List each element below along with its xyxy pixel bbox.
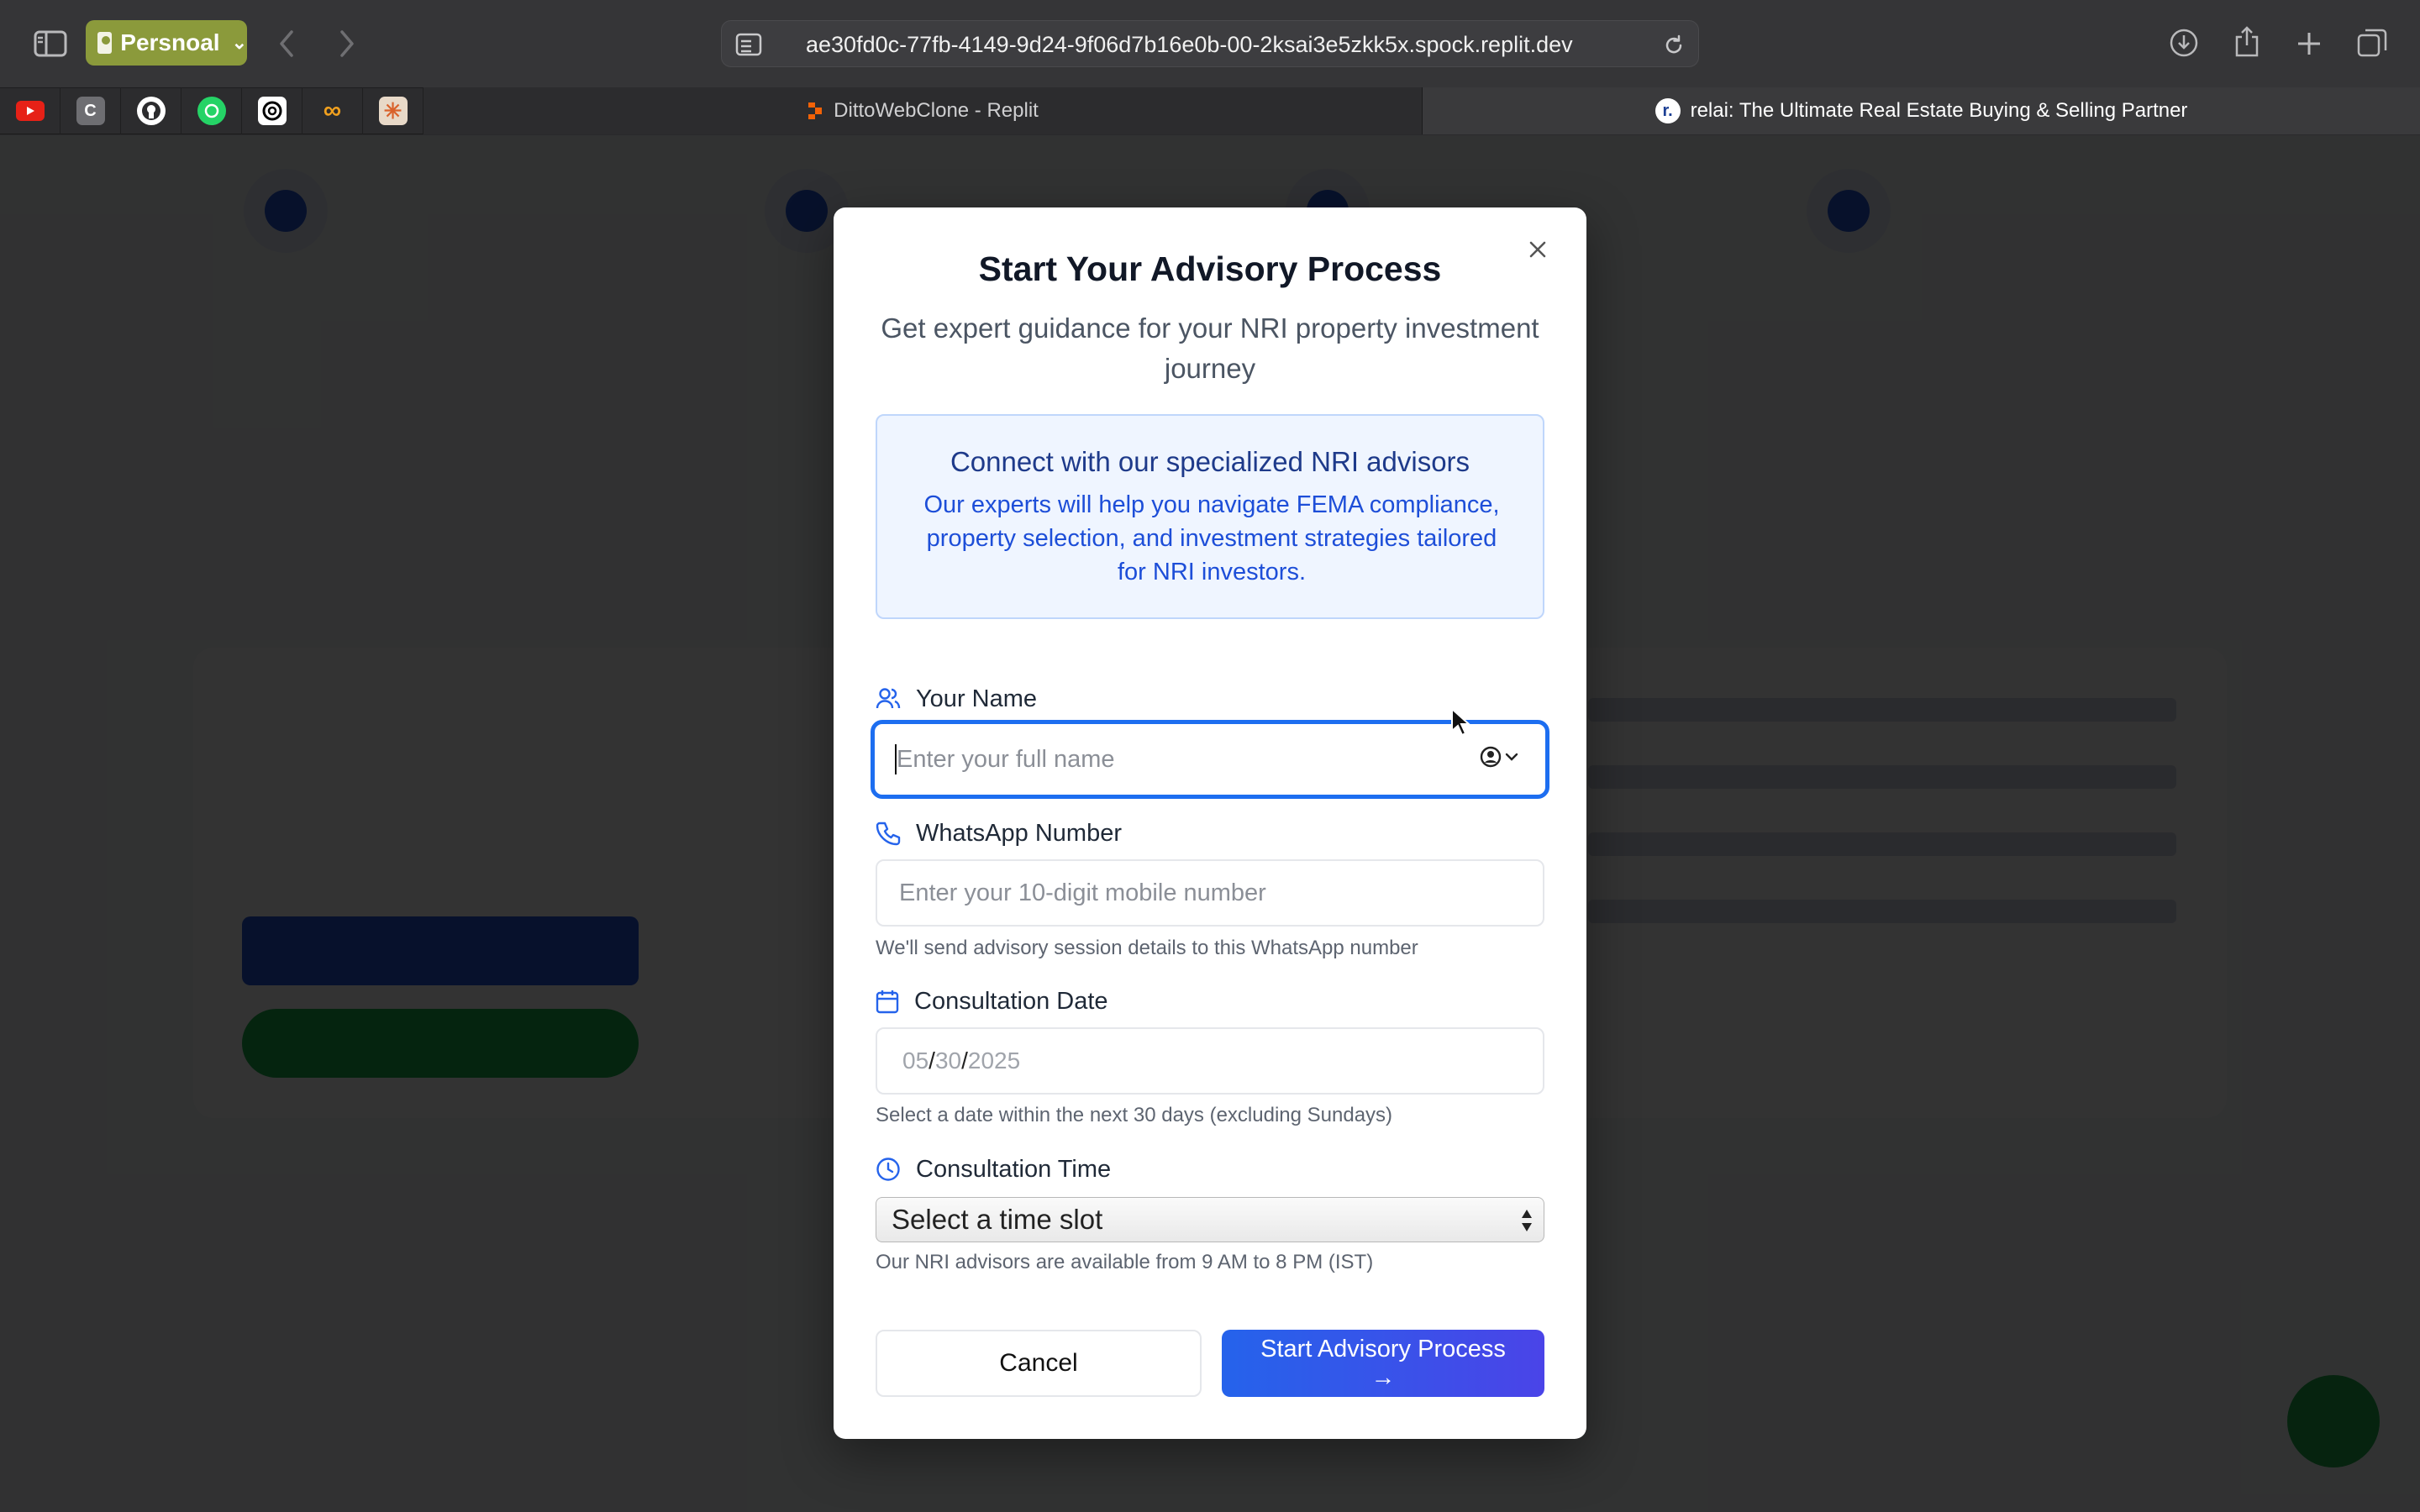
openai-icon [257,97,287,125]
date-hint: Select a date within the next 30 days (e… [876,1104,1393,1126]
date-input[interactable]: 05/30/2025 [876,1027,1544,1095]
whatsapp-hint-text: We'll send advisory session details to t… [876,937,1418,959]
date-sep: / [929,1047,935,1074]
select-arrows-icon [1522,1210,1532,1231]
name-label: Your Name [876,682,1037,716]
date-day: 30 [934,1047,962,1074]
modal-title: Start Your Advisory Process [978,249,1442,288]
time-label: Consultation Time [876,1152,1111,1186]
url-text: ae30fd0c-77fb-4149-9d24-9f06d7b16e0b-00-… [806,32,1573,57]
calendar-icon [876,990,899,1014]
info-heading: Connect with our specialized NRI advisor… [950,446,1470,477]
date-year: 2025 [967,1047,1021,1074]
clock-icon [876,1158,900,1181]
modal-subtitle: Get expert guidance for your NRI propert… [881,312,1539,384]
profile-label: Persnoal [120,29,220,55]
youtube-icon [15,101,45,121]
bookmark-claude[interactable]: ✳ [363,87,424,134]
profile-icon [97,32,113,54]
reload-icon[interactable] [1661,33,1686,58]
bookmark-openai[interactable] [242,87,302,134]
bookmark-whatsapp[interactable] [182,87,242,134]
autofill-contact-icon[interactable] [1480,746,1518,768]
new-tab-icon[interactable] [2292,27,2326,60]
whatsapp-placeholder: Enter your 10-digit mobile number [899,879,1266,906]
time-slot-select[interactable]: Select a time slot [876,1197,1544,1242]
address-bar[interactable]: ae30fd0c-77fb-4149-9d24-9f06d7b16e0b-00-… [721,20,1699,67]
date-label-text: Consultation Date [914,987,1108,1015]
relai-icon: r. [1655,98,1681,123]
users-icon [876,688,901,709]
c-icon: C [76,97,105,125]
sidebar-toggle-icon[interactable] [32,27,69,60]
whatsapp-label-text: WhatsApp Number [916,819,1122,847]
claude-icon: ✳ [378,97,408,125]
replit-icon [808,102,823,119]
date-sep: / [961,1047,968,1074]
name-label-text: Your Name [916,685,1038,712]
tab-dittowebclone[interactable]: DittoWebClone - Replit [424,87,1422,134]
info-box: Connect with our specialized NRI advisor… [876,414,1544,619]
time-label-text: Consultation Time [916,1155,1112,1183]
tab-relai[interactable]: r. relai: The Ultimate Real Estate Buyin… [1422,87,2420,134]
whatsapp-icon [197,97,226,125]
time-slot-value: Select a time slot [892,1204,1103,1235]
phone-icon [876,822,901,846]
name-placeholder: Enter your full name [897,746,1115,773]
date-value: 05/30/2025 [902,1029,1020,1093]
start-advisory-button[interactable]: Start Advisory Process → [1222,1330,1544,1397]
bookmark-github[interactable] [121,87,182,134]
forward-icon[interactable] [334,25,360,62]
tab-overview-icon[interactable] [2354,25,2390,60]
tab-label: DittoWebClone - Replit [834,99,1039,122]
arrow-right-icon: → [1370,1364,1396,1391]
whatsapp-input[interactable]: Enter your 10-digit mobile number [876,859,1544,927]
whatsapp-label: WhatsApp Number [876,816,1122,850]
pinned-bookmarks: C ∞ ✳ [0,87,424,134]
bookmark-c[interactable]: C [60,87,121,134]
name-input[interactable]: Enter your full name [871,720,1549,799]
github-icon [136,97,166,125]
page-settings-icon[interactable] [734,31,764,58]
time-hint: Our NRI advisors are available from 9 AM… [876,1251,1374,1273]
cancel-button[interactable]: Cancel [876,1330,1202,1397]
profile-switcher[interactable]: Persnoal ⌄ [86,20,247,66]
cancel-label: Cancel [999,1349,1078,1377]
bookmark-infinity[interactable]: ∞ [302,87,363,134]
tab-label: relai: The Ultimate Real Estate Buying &… [1690,99,2188,122]
downloads-icon[interactable] [2166,25,2202,60]
date-month: 05 [902,1047,929,1074]
back-icon[interactable] [274,25,299,62]
share-icon[interactable] [2230,24,2264,60]
mouse-cursor-icon [1451,707,1471,737]
infinity-icon: ∞ [323,97,342,124]
bookmark-youtube[interactable] [0,87,60,134]
browser-toolbar: Persnoal ⌄ ae30fd0c-77fb-4149-9d24-9f06d… [0,0,2420,87]
start-label: Start Advisory Process [1260,1336,1506,1362]
date-label: Consultation Date [876,984,1108,1018]
chevron-down-icon: ⌄ [231,32,247,53]
info-body: Our experts will help you navigate FEMA … [923,491,1500,585]
